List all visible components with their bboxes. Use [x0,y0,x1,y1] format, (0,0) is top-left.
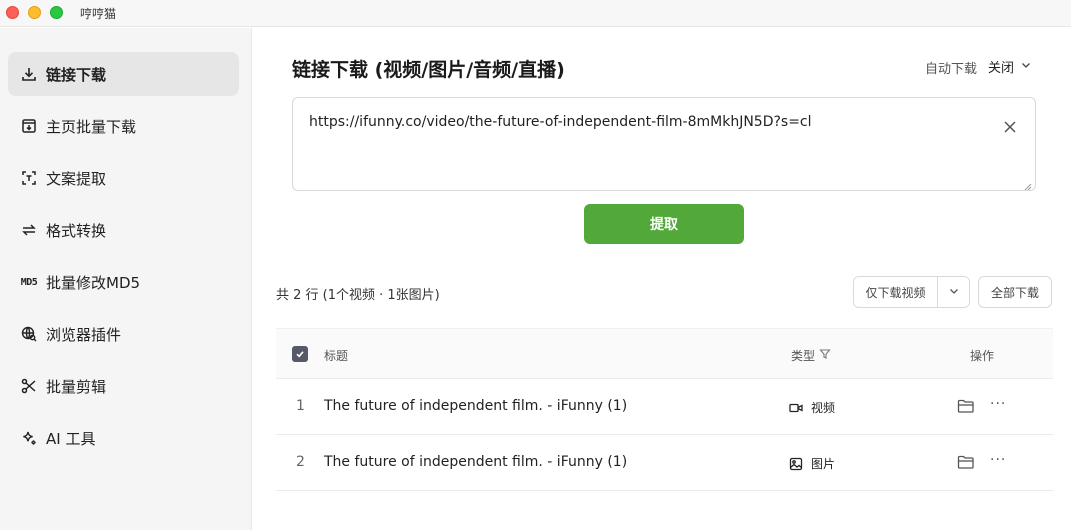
result-summary: 共 2 行 (1个视频 · 1张图片) [276,288,440,303]
auto-download-label: 自动下载 [925,62,978,77]
open-folder-icon[interactable] [957,398,975,418]
chevron-down-icon [1014,59,1032,75]
sidebar: 链接下载 主页批量下载 文案提取 格式转换 MD5 批量修改MD5 浏览器插件 … [0,28,252,530]
row-type-label: 图片 [811,457,836,471]
sidebar-item-link-download[interactable]: 链接下载 [8,52,239,96]
sidebar-item-label: 链接下载 [46,65,107,84]
sidebar-item-format-convert[interactable]: 格式转换 [8,208,239,252]
header-type-label: 类型 [791,349,816,363]
auto-download-select[interactable]: 关闭 [988,57,1032,76]
url-input-value: https://ifunny.co/video/the-future-of-in… [309,114,812,130]
sidebar-item-label: 文案提取 [46,169,107,188]
clear-icon[interactable] [1001,118,1019,136]
sidebar-item-label: AI 工具 [46,429,96,448]
sidebar-item-batch-download[interactable]: 主页批量下载 [8,104,239,148]
minimize-window-button[interactable] [28,6,41,19]
page-title: 链接下载 (视频/图片/音频/直播) [292,59,565,81]
table-row[interactable]: 1 The future of independent film. - iFun… [276,379,1053,435]
close-window-button[interactable] [6,6,19,19]
batch-download-icon [20,117,38,135]
sidebar-item-batch-edit[interactable]: 批量剪辑 [8,364,239,408]
browser-extension-icon [20,325,38,343]
auto-download-value: 关闭 [988,61,1015,76]
sidebar-item-batch-md5[interactable]: MD5 批量修改MD5 [8,260,239,304]
header-type[interactable]: 类型 [791,347,831,364]
md5-icon: MD5 [20,276,38,288]
row-index: 1 [296,398,305,414]
sidebar-item-label: 主页批量下载 [46,117,137,136]
app-title: 哼哼猫 [80,7,117,21]
row-type: 视频 [789,399,835,416]
url-input[interactable]: https://ifunny.co/video/the-future-of-in… [292,97,1036,191]
sidebar-item-browser-extension[interactable]: 浏览器插件 [8,312,239,356]
more-actions-icon[interactable]: ··· [990,452,1006,468]
select-all-checkbox[interactable] [292,346,308,362]
header-title: 标题 [324,349,349,363]
main-content: 链接下载 (视频/图片/音频/直播) 自动下载 关闭 https://ifunn… [253,28,1071,530]
text-extract-icon [20,169,38,187]
sparkle-icon [20,429,38,447]
row-title: The future of independent film. - iFunny… [324,398,628,414]
download-options-dropdown[interactable] [938,277,969,307]
sidebar-item-text-extract[interactable]: 文案提取 [8,156,239,200]
table-header: 标题 类型 操作 [276,328,1053,379]
check-icon [296,351,304,358]
more-actions-icon[interactable]: ··· [990,396,1006,412]
sidebar-item-label: 批量剪辑 [46,377,107,396]
sidebar-item-ai-tools[interactable]: AI 工具 [8,416,239,460]
zoom-window-button[interactable] [50,6,63,19]
filter-icon[interactable] [819,348,831,363]
table-row[interactable]: 2 The future of independent film. - iFun… [276,435,1053,491]
download-video-only-group: 仅下载视频 [853,276,970,308]
image-icon [789,457,803,470]
row-type: 图片 [789,455,835,472]
convert-icon [20,221,38,239]
window-titlebar: 哼哼猫 [0,0,1071,27]
results-table: 标题 类型 操作 1 The future of independent fil… [276,328,1053,491]
scissors-icon [20,377,38,395]
download-icon [20,65,38,83]
extract-button[interactable]: 提取 [584,204,744,244]
resize-grip-icon[interactable] [1024,179,1032,191]
open-folder-icon[interactable] [957,454,975,474]
download-all-button[interactable]: 全部下载 [978,276,1052,308]
download-video-only-button[interactable]: 仅下载视频 [854,277,938,307]
sidebar-item-label: 格式转换 [46,221,107,240]
sidebar-item-label: 浏览器插件 [46,325,122,344]
chevron-down-icon [948,285,960,300]
row-title: The future of independent film. - iFunny… [324,454,628,470]
row-index: 2 [296,454,305,470]
sidebar-item-label: 批量修改MD5 [46,273,141,292]
video-icon [789,403,803,412]
row-type-label: 视频 [811,401,836,415]
header-action: 操作 [970,349,995,363]
